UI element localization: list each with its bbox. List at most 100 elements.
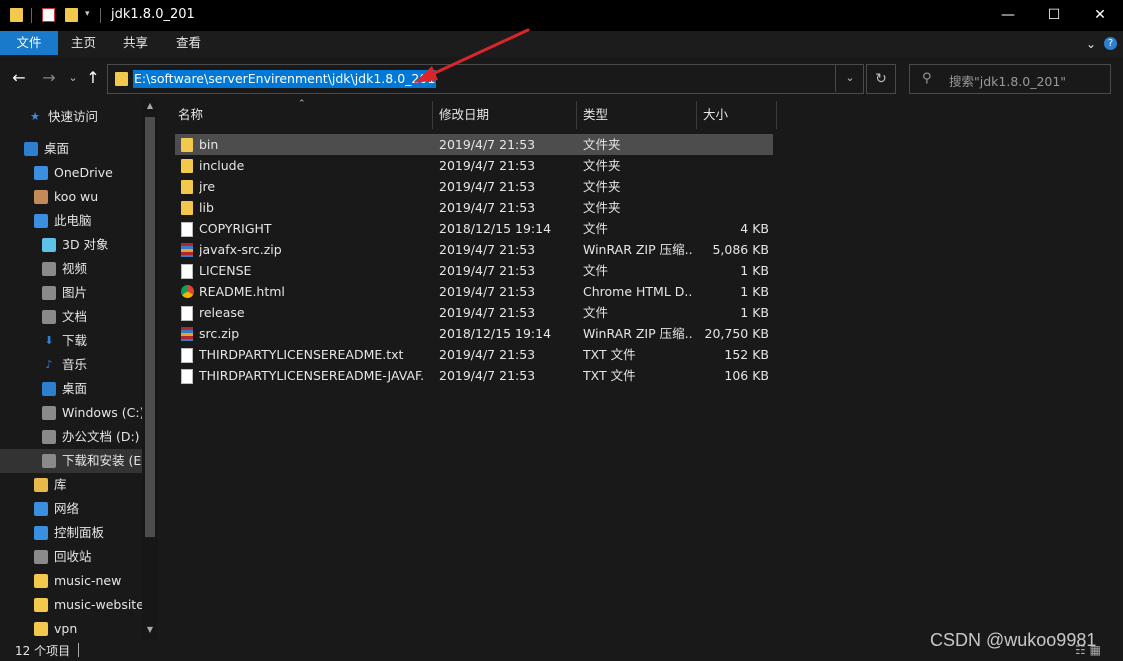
column-header-type[interactable]: 类型	[583, 101, 608, 129]
quick-access-dropdown-icon[interactable]: ▾	[85, 9, 98, 23]
file-row[interactable]: THIRDPARTYLICENSEREADME.txt 2019/4/7 21:5…	[175, 344, 773, 365]
network-icon	[34, 502, 48, 516]
sidebar-item-label: 下载和安装 (E:	[62, 453, 142, 468]
sidebar-item[interactable]: 桌面	[0, 137, 142, 161]
drive-icon	[42, 406, 56, 420]
file-type: 文件夹	[583, 158, 621, 173]
sidebar-item[interactable]: ★ 快速访问	[0, 105, 142, 129]
file-name: LICENSE	[199, 263, 252, 278]
file-name: COPYRIGHT	[199, 221, 272, 236]
file-row[interactable]: jre 2019/4/7 21:53 文件夹	[175, 176, 773, 197]
file-row[interactable]: javafx-src.zip 2019/4/7 21:53 WinRAR ZIP 压…	[175, 239, 773, 260]
back-button[interactable]: ←	[10, 68, 28, 88]
refresh-button[interactable]: ↻	[866, 64, 896, 94]
sidebar-item[interactable]: music-website-	[0, 593, 142, 617]
column-divider[interactable]	[776, 101, 777, 129]
sidebar-item-label: 文档	[62, 309, 88, 324]
column-header-name[interactable]: 名称	[178, 101, 203, 129]
file-row[interactable]: README.html 2019/4/7 21:53 Chrome HTML D..…	[175, 281, 773, 302]
minimize-button[interactable]: —	[985, 0, 1031, 31]
tab-file[interactable]: 文件	[0, 31, 58, 55]
file-row[interactable]: include 2019/4/7 21:53 文件夹	[175, 155, 773, 176]
address-text[interactable]: E:\software\serverEnvirenment\jdk\jdk1.8…	[133, 70, 437, 88]
file-row[interactable]: release 2019/4/7 21:53 文件 1 KB	[175, 302, 773, 323]
sidebar-item[interactable]: Windows (C:)	[0, 401, 142, 425]
column-divider[interactable]	[576, 101, 577, 129]
sidebar-item[interactable]: 图片	[0, 281, 142, 305]
question-icon[interactable]: ?	[1104, 37, 1117, 50]
address-dropdown-button[interactable]: ⌄	[835, 64, 864, 92]
file-icon	[181, 369, 193, 384]
sort-ascending-icon: ⌃	[298, 99, 306, 109]
sidebar-item[interactable]: OneDrive	[0, 161, 142, 185]
scroll-down-arrow[interactable]: ▼	[142, 625, 158, 634]
sidebar-item[interactable]: 视频	[0, 257, 142, 281]
scroll-up-arrow[interactable]: ▲	[142, 101, 158, 110]
sidebar-item-label: 控制面板	[54, 525, 105, 540]
divider	[31, 8, 32, 23]
column-header-date[interactable]: 修改日期	[439, 101, 489, 129]
column-header-size[interactable]: 大小	[703, 101, 728, 129]
sidebar-item-label: 回收站	[54, 549, 92, 564]
file-name: include	[199, 158, 245, 173]
column-divider[interactable]	[696, 101, 697, 129]
sidebar-item[interactable]: 回收站	[0, 545, 142, 569]
video-icon	[42, 262, 56, 276]
file-row[interactable]: COPYRIGHT 2018/12/15 19:14 文件 4 KB	[175, 218, 773, 239]
folder-icon	[34, 598, 48, 612]
file-name: THIRDPARTYLICENSEREADME-JAVAF...	[199, 368, 425, 383]
file-name: bin	[199, 137, 219, 152]
sidebar-item[interactable]: 控制面板	[0, 521, 142, 545]
chevron-down-icon[interactable]: ⌄	[1083, 36, 1099, 52]
sidebar-item[interactable]: music-new	[0, 569, 142, 593]
user-icon	[34, 190, 48, 204]
file-row[interactable]: lib 2019/4/7 21:53 文件夹	[175, 197, 773, 218]
cloud-icon	[34, 166, 48, 180]
forward-button[interactable]: →	[40, 68, 58, 88]
sidebar-item-label: 视频	[62, 261, 88, 276]
file-icon	[181, 222, 193, 237]
sidebar-item[interactable]: 下载和安装 (E:	[0, 449, 142, 473]
sidebar-item[interactable]: ♪ 音乐	[0, 353, 142, 377]
tab-view[interactable]: 查看	[163, 31, 214, 55]
sidebar-item[interactable]: 办公文档 (D:)	[0, 425, 142, 449]
file-row[interactable]: bin 2019/4/7 21:53 文件夹	[175, 134, 773, 155]
scrollbar-thumb[interactable]	[145, 117, 155, 537]
sidebar-item[interactable]: 桌面	[0, 377, 142, 401]
file-size: 106 KB	[724, 368, 769, 383]
sidebar-item[interactable]: 网络	[0, 497, 142, 521]
file-row[interactable]: src.zip 2018/12/15 19:14 WinRAR ZIP 压缩... 2…	[175, 323, 773, 344]
file-row[interactable]: THIRDPARTYLICENSEREADME-JAVAF... 2019/4/7…	[175, 365, 773, 386]
sidebar-item[interactable]: 文档	[0, 305, 142, 329]
maximize-button[interactable]: ☐	[1031, 0, 1077, 31]
new-folder-icon[interactable]	[65, 8, 78, 22]
sidebar-item-label: 桌面	[44, 141, 70, 156]
up-button[interactable]: ↑	[84, 68, 102, 88]
library-icon	[34, 478, 48, 492]
sidebar-item[interactable]: ⬇ 下载	[0, 329, 142, 353]
tab-share[interactable]: 共享	[110, 31, 161, 55]
search-input[interactable]: ⚲ 搜索"jdk1.8.0_201"	[909, 64, 1111, 94]
properties-icon[interactable]	[42, 8, 55, 22]
folder-icon	[181, 180, 193, 194]
file-icon	[181, 348, 193, 363]
picture-icon	[42, 286, 56, 300]
column-divider[interactable]	[432, 101, 433, 129]
sidebar-item[interactable]: 3D 对象	[0, 233, 142, 257]
sidebar-item[interactable]: vpn	[0, 617, 142, 639]
file-name: javafx-src.zip	[199, 242, 282, 257]
recent-locations-button[interactable]: ⌄	[64, 68, 82, 88]
sidebar-item-label: 图片	[62, 285, 88, 300]
folder-icon	[115, 72, 128, 86]
close-button[interactable]: ✕	[1077, 0, 1123, 31]
file-row[interactable]: LICENSE 2019/4/7 21:53 文件 1 KB	[175, 260, 773, 281]
file-name: THIRDPARTYLICENSEREADME.txt	[199, 347, 404, 362]
tab-home[interactable]: 主页	[58, 31, 109, 55]
sidebar-item[interactable]: koo wu	[0, 185, 142, 209]
sidebar-item-label: Windows (C:)	[62, 405, 142, 420]
sidebar-item[interactable]: 库	[0, 473, 142, 497]
music-icon: ♪	[45, 358, 53, 371]
sidebar-item[interactable]: 此电脑	[0, 209, 142, 233]
desktop-icon	[42, 382, 56, 396]
file-name: src.zip	[199, 326, 240, 341]
